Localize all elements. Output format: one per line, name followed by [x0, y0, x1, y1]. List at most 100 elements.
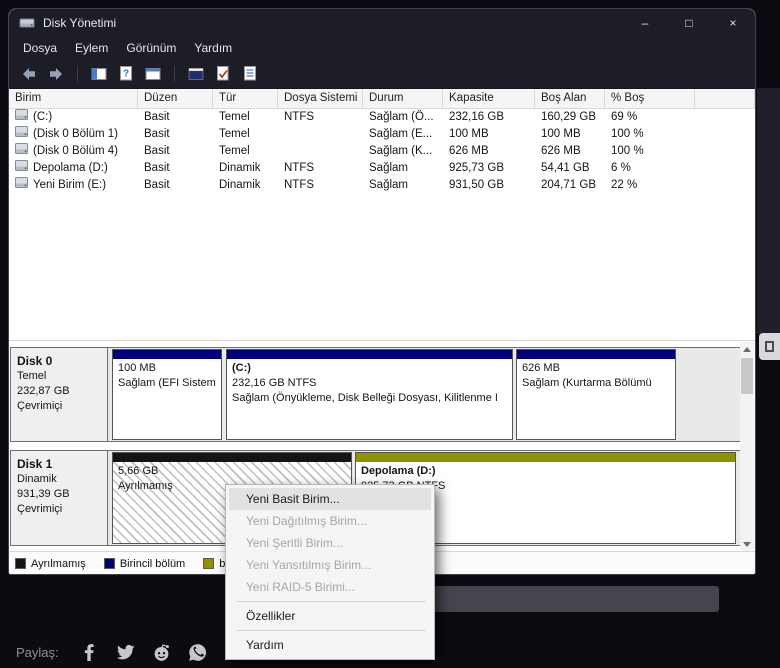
menu-item-properties[interactable]: Özellikler — [229, 605, 431, 627]
volume-icon — [15, 126, 28, 143]
toolbar: ? — [9, 59, 755, 89]
volume-row-depolama[interactable]: Depolama (D:) Basit Dinamik NTFS Sağlam … — [9, 160, 755, 177]
whatsapp-icon[interactable] — [188, 643, 207, 662]
menu-gorunum[interactable]: Görünüm — [117, 39, 185, 57]
menu-item-new-mirrored-volume: Yeni Yansıtılmış Birim... — [246, 558, 372, 572]
console-window-icon[interactable] — [186, 65, 206, 83]
menu-separator — [236, 630, 426, 631]
volume-icon — [15, 177, 28, 194]
window-title: Disk Yönetimi — [43, 16, 117, 30]
partition-title: (C:) — [232, 362, 251, 374]
cell-free: 626 MB — [541, 145, 581, 157]
partition-size: 232,16 GB NTFS — [232, 377, 317, 389]
column-header-birim[interactable]: Birim — [9, 89, 138, 108]
volume-name: (Disk 0 Bölüm 1) — [33, 128, 118, 140]
partition-tile-c[interactable]: (C:) 232,16 GB NTFS Sağlam (Önyükleme, D… — [226, 349, 513, 440]
reddit-icon[interactable] — [152, 643, 171, 662]
widget-glyph-icon — [765, 341, 774, 352]
close-button[interactable]: × — [711, 9, 755, 37]
column-header-dosya-sistemi[interactable]: Dosya Sistemi — [278, 89, 363, 108]
disk-size: 931,39 GB — [17, 488, 70, 500]
volume-name: (Disk 0 Bölüm 4) — [33, 145, 118, 157]
legend-color-swatch — [15, 558, 26, 569]
cell-fs — [278, 126, 363, 143]
background-gray-bar — [432, 586, 719, 612]
volume-row-c[interactable]: (C:) Basit Temel NTFS Sağlam (Ö... 232,1… — [9, 109, 755, 126]
partition-tile-recovery[interactable]: 626 MB Sağlam (Kurtarma Bölümü — [516, 349, 676, 440]
back-icon[interactable] — [19, 65, 39, 83]
cell-pct-free: 69 % — [611, 111, 638, 123]
cell-pct-free: 22 % — [611, 179, 638, 191]
partition-color-strip — [227, 350, 512, 359]
column-header-durum[interactable]: Durum — [363, 89, 443, 108]
disk-status: Çevrimiçi — [17, 503, 63, 515]
floating-widget-button[interactable] — [759, 333, 780, 360]
partition-color-strip — [517, 350, 675, 359]
forward-icon[interactable] — [46, 65, 66, 83]
legend-item-primary-partition: Birincil bölüm — [103, 558, 185, 570]
partition-size: 100 MB — [118, 362, 156, 374]
twitter-icon[interactable] — [116, 643, 135, 662]
cell-type: Dinamik — [219, 162, 261, 174]
volume-icon — [15, 109, 28, 126]
volume-row-bolum1[interactable]: (Disk 0 Bölüm 1) Basit Temel Sağlam (E..… — [9, 126, 755, 143]
column-header-tur[interactable]: Tür — [213, 89, 278, 108]
cell-free: 100 MB — [541, 128, 581, 140]
cell-type: Dinamik — [219, 179, 261, 191]
vertical-scrollbar[interactable] — [740, 342, 754, 551]
column-header-duzen[interactable]: Düzen — [138, 89, 213, 108]
toolbar-separator — [77, 65, 78, 82]
menu-separator — [236, 601, 426, 602]
menu-item-new-raid5-volume: Yeni RAID-5 Birimi... — [246, 580, 355, 594]
legend-color-swatch — [203, 558, 215, 569]
volume-row-bolum4[interactable]: (Disk 0 Bölüm 4) Basit Temel Sağlam (K..… — [9, 143, 755, 160]
scrollbar-thumb[interactable] — [741, 358, 753, 394]
list-view-icon[interactable] — [240, 65, 260, 83]
cell-layout: Basit — [144, 128, 170, 140]
context-menu: Yeni Basit Birim... Yeni Dağıtılmış Biri… — [225, 484, 435, 660]
partition-color-strip — [356, 453, 735, 462]
share-label: Paylaş: — [16, 644, 59, 660]
help-icon[interactable]: ? — [116, 65, 136, 83]
cell-capacity: 626 MB — [449, 145, 489, 157]
scroll-up-icon[interactable] — [740, 342, 754, 356]
cell-layout: Basit — [144, 179, 170, 191]
menu-item-new-simple-volume[interactable]: Yeni Basit Birim... — [229, 488, 431, 510]
cell-pct-free: 6 % — [611, 162, 631, 174]
cell-capacity: 100 MB — [449, 128, 489, 140]
partition-color-strip — [113, 350, 221, 359]
disk-kind: Temel — [17, 370, 47, 382]
partition-status: Sağlam (Kurtarma Bölümü — [522, 377, 652, 389]
disk-1-label-panel[interactable]: Disk 1 Dinamik 931,39 GB Çevrimiçi — [11, 451, 108, 545]
screen: Disk Yönetimi – □ × Dosya Eylem Görünüm … — [0, 0, 780, 668]
partition-tile-efi[interactable]: 100 MB Sağlam (EFI Sistem — [112, 349, 222, 440]
legend-label: Ayrılmamış — [31, 557, 86, 570]
menu-item-help[interactable]: Yardım — [229, 634, 431, 656]
cell-type: Temel — [219, 145, 250, 157]
scroll-down-icon[interactable] — [740, 537, 754, 551]
minimize-button[interactable]: – — [623, 9, 667, 37]
facebook-icon[interactable] — [80, 643, 99, 662]
column-header-filler — [695, 89, 755, 108]
column-header-kapasite[interactable]: Kapasite — [443, 89, 535, 108]
check-action-icon[interactable] — [213, 65, 233, 83]
partition-title: Depolama (D:) — [361, 465, 436, 477]
volume-name: Depolama (D:) — [33, 162, 108, 174]
menu-bar: Dosya Eylem Görünüm Yardım — [9, 37, 755, 59]
column-header-bos-alan[interactable]: Boş Alan — [535, 89, 605, 108]
console-tree-icon[interactable] — [89, 65, 109, 83]
menu-dosya[interactable]: Dosya — [14, 39, 66, 57]
maximize-button[interactable]: □ — [667, 9, 711, 37]
cell-pct-free: 100 % — [611, 145, 644, 157]
column-header-pct-bos[interactable]: % Boş — [605, 89, 695, 108]
volume-list: (C:) Basit Temel NTFS Sağlam (Ö... 232,1… — [9, 109, 755, 194]
menu-yardim[interactable]: Yardım — [185, 39, 241, 57]
menu-item-new-striped-volume: Yeni Şeritli Birim... — [246, 536, 343, 550]
volume-row-yeni-birim[interactable]: Yeni Birim (E:) Basit Dinamik NTFS Sağla… — [9, 177, 755, 194]
window-view-icon[interactable] — [143, 65, 163, 83]
menu-eylem[interactable]: Eylem — [66, 39, 117, 57]
disk-0-label-panel[interactable]: Disk 0 Temel 232,87 GB Çevrimiçi — [11, 348, 108, 441]
background-side-panel — [757, 88, 780, 334]
partition-status: Sağlam (EFI Sistem — [118, 377, 216, 389]
cell-free: 204,71 GB — [541, 179, 596, 191]
